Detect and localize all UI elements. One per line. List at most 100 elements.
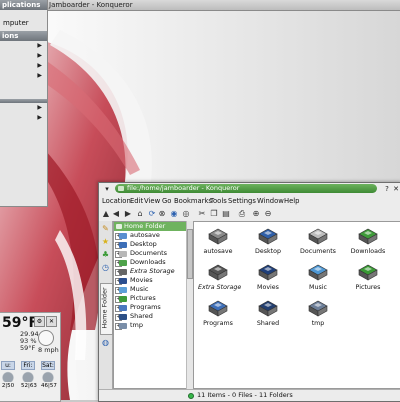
weather-settings-icon[interactable]: ⚙: [34, 316, 45, 327]
tree-item-label: Programs: [130, 303, 161, 311]
kmenu-submenu-item[interactable]: ▶: [0, 103, 47, 113]
file-item[interactable]: Movies: [248, 264, 288, 291]
tree-item-label: autosave: [130, 231, 160, 239]
weather-close-icon[interactable]: ✕: [46, 316, 57, 327]
print-icon[interactable]: ⎙: [237, 209, 247, 219]
weather-wind: 8 mph: [38, 346, 59, 354]
view-icon[interactable]: ◉: [169, 209, 179, 219]
forward-arrow-icon[interactable]: ▶: [123, 209, 133, 219]
file-item[interactable]: Extra Storage: [198, 264, 241, 291]
kmenu-submenu-item[interactable]: ▶: [0, 71, 47, 81]
window-title-text: file:/home/jamboarder - Konqueror: [127, 184, 240, 192]
menu-help[interactable]: Help: [284, 197, 300, 205]
kmenu-header-applications: plications: [0, 0, 47, 10]
menu-edit[interactable]: Edit: [130, 197, 143, 205]
file-item-label: tmp: [311, 320, 325, 327]
folder-icon: [119, 314, 127, 320]
disc-icon[interactable]: ◎: [181, 209, 191, 219]
folder-icon: [119, 296, 127, 302]
tree-item[interactable]: +Extra Storage: [114, 267, 186, 276]
file-item[interactable]: Documents: [298, 228, 338, 255]
k-menu: plications mputer ions ▶ ▶ ▶ ▶ ▶ ▶: [0, 0, 48, 207]
paste-icon[interactable]: ▤: [221, 209, 231, 219]
kmenu-submenu-item[interactable]: ▶: [0, 113, 47, 123]
menu-tools[interactable]: Tools: [210, 197, 227, 205]
zoom-out-icon[interactable]: ⊖: [263, 209, 273, 219]
tree-item[interactable]: +Pictures: [114, 294, 186, 303]
kmenu-item-computer[interactable]: mputer: [0, 18, 47, 28]
back-arrow-icon[interactable]: ◀: [111, 209, 121, 219]
kmenu-submenu-item[interactable]: ▶: [0, 61, 47, 71]
file-item-label: Movies: [257, 284, 279, 291]
file-item-label: Shared: [256, 320, 280, 327]
file-item[interactable]: tmp: [298, 300, 338, 327]
tree-item-label: Downloads: [130, 258, 166, 266]
file-item[interactable]: Music: [298, 264, 338, 291]
konqueror-window: ▾ file:/home/jamboarder - Konqueror ? ✕ …: [98, 182, 400, 402]
konqueror-body: ✎ ★ ♣ ◷ Home Folder ◍ Home Folder +autos…: [99, 221, 400, 389]
sidebar-tab-home[interactable]: Home Folder: [100, 283, 113, 335]
tree-item-label: Shared: [130, 312, 153, 320]
tree-item[interactable]: +Programs: [114, 303, 186, 312]
network-tab-icon[interactable]: ◍: [100, 337, 111, 348]
menu-view[interactable]: View: [144, 197, 160, 205]
tree-item[interactable]: +Shared: [114, 312, 186, 321]
file-item[interactable]: Programs: [198, 300, 238, 327]
tree-item[interactable]: +Documents: [114, 249, 186, 258]
stop-icon[interactable]: ⊗: [157, 209, 167, 219]
folder-icon: [119, 233, 127, 239]
tree-root-home[interactable]: Home Folder: [114, 222, 186, 231]
kmenu-submenu-item[interactable]: ▶: [0, 51, 47, 61]
copy-icon[interactable]: ❐: [209, 209, 219, 219]
up-arrow-icon[interactable]: ▲: [101, 209, 111, 219]
tree-item[interactable]: +Desktop: [114, 240, 186, 249]
file-item[interactable]: Downloads: [348, 228, 388, 255]
kmenu-submenu-item[interactable]: ▶: [0, 41, 47, 51]
tree-item[interactable]: +Music: [114, 285, 186, 294]
star-tab-icon[interactable]: ★: [100, 236, 111, 247]
tree-item[interactable]: +Movies: [114, 276, 186, 285]
menubar: Location Edit View Go Bookmarks Tools Se…: [99, 197, 400, 207]
forecast-day-name: u:: [1, 361, 15, 370]
tree-scrollbar[interactable]: [186, 221, 193, 389]
kmenu-item[interactable]: [0, 123, 47, 133]
forecast-temps: 2|50: [1, 383, 15, 389]
konqueror-titlebar[interactable]: ▾ file:/home/jamboarder - Konqueror ? ✕: [99, 183, 400, 195]
reload-icon[interactable]: ⟳: [147, 209, 157, 219]
menu-go[interactable]: Go: [162, 197, 171, 205]
cut-icon[interactable]: ✂: [197, 209, 207, 219]
services-tab-icon[interactable]: ♣: [100, 249, 111, 260]
bookmarks-tab-icon[interactable]: ✎: [100, 223, 111, 234]
help-icon[interactable]: ?: [383, 185, 391, 193]
kmenu-header-actions: ions: [0, 31, 47, 41]
tree-item[interactable]: +tmp: [114, 321, 186, 330]
toolbar: ▲ ◀ ▶ ⌂ ⟳ ⊗ ◉ ◎ ✂ ❐ ▤ ⎙ ⊕ ⊖: [99, 208, 400, 220]
window-menu-icon[interactable]: ▾: [103, 185, 111, 193]
window-title-strip[interactable]: Jamboarder - Konqueror: [47, 0, 400, 11]
menu-window[interactable]: Window: [257, 197, 284, 205]
downloads-folder-icon: [357, 228, 379, 246]
folder-icon: [119, 260, 127, 266]
folder-icon: [119, 251, 127, 257]
file-item[interactable]: Shared: [248, 300, 288, 327]
home-icon[interactable]: ⌂: [135, 209, 145, 219]
menu-settings[interactable]: Settings: [228, 197, 256, 205]
zoom-in-icon[interactable]: ⊕: [251, 209, 261, 219]
file-item[interactable]: Pictures: [348, 264, 388, 291]
file-item[interactable]: autosave: [198, 228, 238, 255]
close-icon[interactable]: ✕: [392, 185, 400, 193]
menu-bookmarks[interactable]: Bookmarks: [174, 197, 212, 205]
cloud-icon: [21, 371, 35, 382]
forecast-day: Fri: 52|63: [21, 361, 37, 389]
weather-feels-like: 59°F: [20, 344, 36, 352]
tree-item[interactable]: +Downloads: [114, 258, 186, 267]
file-item[interactable]: Desktop: [248, 228, 288, 255]
movies-folder-icon: [257, 264, 279, 282]
status-text: 11 Items - 0 Files - 11 Folders: [197, 391, 293, 399]
music-folder-icon: [307, 264, 329, 282]
history-tab-icon[interactable]: ◷: [100, 262, 111, 273]
forecast-day-name: Fri:: [21, 361, 35, 370]
tree-item[interactable]: +autosave: [114, 231, 186, 240]
menu-location[interactable]: Location: [102, 197, 131, 205]
window-title[interactable]: file:/home/jamboarder - Konqueror: [115, 184, 377, 193]
